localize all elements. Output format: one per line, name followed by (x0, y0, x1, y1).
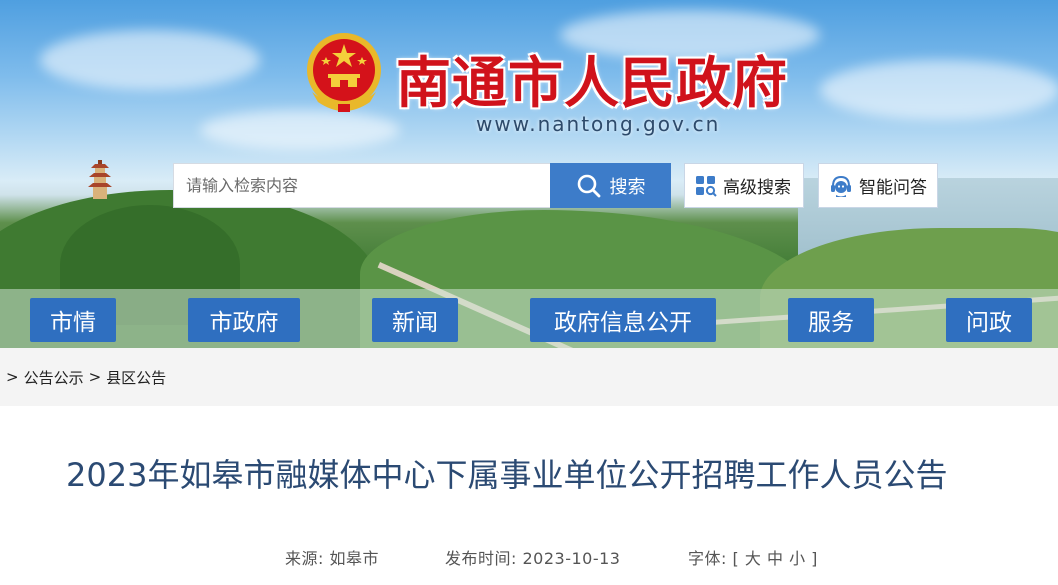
main-nav (0, 289, 1058, 348)
advanced-search-icon (696, 175, 717, 197)
national-emblem-icon (307, 33, 381, 112)
nav-item-inquiry[interactable]: 问政 (946, 298, 1032, 342)
nav-item-city-government[interactable]: 市政府 (188, 298, 300, 342)
advanced-search-label: 高级搜索 (723, 178, 791, 198)
pagoda-illustration (88, 160, 112, 199)
breadcrumb-county-announcements[interactable]: 县区公告 (106, 367, 166, 388)
nav-item-gov-info-disclosure[interactable]: 政府信息公开 (530, 298, 716, 342)
advanced-search-button[interactable]: 高级搜索 (684, 163, 804, 208)
breadcrumb-separator: > (6, 368, 19, 386)
robot-assistant-icon (831, 175, 851, 197)
font-size-label: 字体: (688, 549, 727, 568)
nav-item-news[interactable]: 新闻 (372, 298, 458, 342)
search-icon (577, 174, 600, 197)
nav-item-city-info[interactable]: 市情 (30, 298, 116, 342)
font-bracket-open: [ (732, 549, 740, 568)
nav-item-services[interactable]: 服务 (788, 298, 874, 342)
smart-qa-label: 智能问答 (859, 178, 927, 198)
font-size-large-button[interactable]: 大 (745, 549, 762, 568)
breadcrumb-announcements[interactable]: 公告公示 (24, 367, 84, 388)
font-size-selector: 字体: [ 大 中 小 ] (688, 545, 818, 569)
smart-qa-button[interactable]: 智能问答 (818, 163, 938, 208)
breadcrumb-separator: > (88, 368, 102, 386)
article-source: 来源: 如皋市 (285, 545, 379, 569)
source-label: 来源: (285, 549, 324, 568)
font-size-small-button[interactable]: 小 (789, 549, 806, 568)
source-value: 如皋市 (329, 549, 380, 568)
date-value: 2023-10-13 (522, 549, 621, 568)
search-box (173, 163, 551, 208)
search-input[interactable] (174, 164, 550, 207)
article-date: 发布时间: 2023-10-13 (445, 545, 620, 569)
site-title[interactable]: 南通市人民政府 (396, 38, 788, 118)
font-bracket-close: ] (811, 549, 818, 568)
site-url[interactable]: www.nantong.gov.cn (476, 112, 720, 136)
breadcrumb: > 公告公示 > 县区公告 (0, 348, 1058, 406)
article-title: 2023年如皋市融媒体中心下属事业单位公开招聘工作人员公告 (66, 456, 948, 494)
search-button[interactable]: 搜索 (550, 163, 671, 208)
search-button-label: 搜索 (609, 176, 646, 198)
date-label: 发布时间: (445, 549, 517, 568)
font-size-medium-button[interactable]: 中 (767, 549, 784, 568)
